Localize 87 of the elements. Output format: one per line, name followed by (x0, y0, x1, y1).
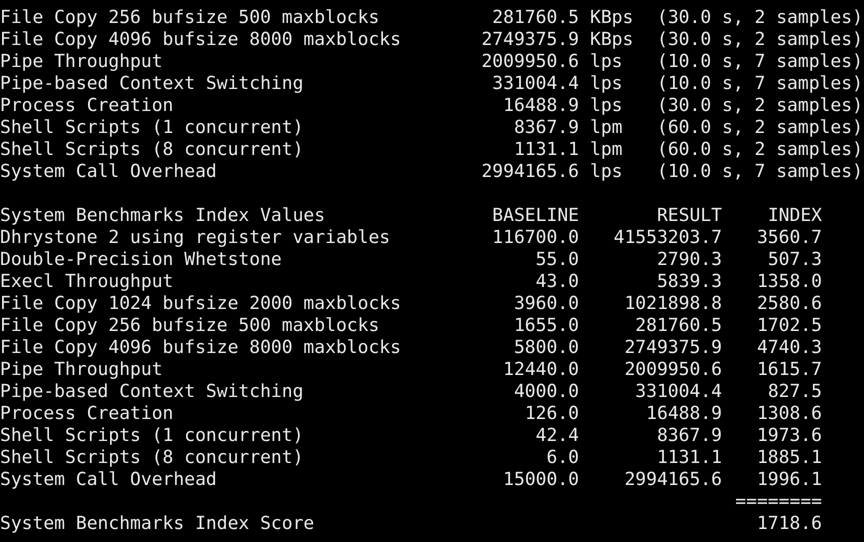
table-title: System Benchmarks Index Values (0, 205, 326, 226)
table-cell: 2009950.6 (624, 359, 722, 381)
table-cell: File Copy 256 bufsize 500 maxblocks (0, 315, 380, 336)
benchmark-name: File Copy 4096 bufsize 8000 maxblocks (0, 29, 401, 50)
table-cell: 1358.0 (756, 271, 822, 293)
table-cell: 1131.1 (656, 447, 722, 469)
table-cell: System Call Overhead (0, 469, 217, 490)
table-cell: 126.0 (524, 403, 579, 425)
table-cell: 5800.0 (514, 337, 579, 359)
table-cell: 2580.6 (756, 293, 822, 315)
table-cell: 43.0 (536, 271, 579, 293)
benchmark-unit: lps (590, 95, 623, 116)
table-cell: File Copy 1024 bufsize 2000 maxblocks (0, 293, 401, 314)
table-cell: 8367.9 (656, 425, 722, 447)
table-cell: 5839.3 (656, 271, 722, 293)
table-cell: 3560.7 (756, 227, 822, 249)
table-cell: 4740.3 (756, 337, 822, 359)
table-cell: 16488.9 (646, 403, 722, 425)
table-cell: 1615.7 (756, 359, 822, 381)
benchmark-timing: (30.0 s, 2 samples) (657, 95, 863, 116)
benchmark-unit: lpm (590, 139, 623, 160)
table-cell: 1885.1 (756, 447, 822, 469)
table-cell: Execl Throughput (0, 271, 174, 292)
table-cell: 2994165.6 (624, 469, 722, 491)
column-header: BASELINE (492, 205, 579, 227)
table-cell: 3960.0 (514, 293, 579, 315)
benchmark-timing: (30.0 s, 2 samples) (657, 7, 863, 28)
table-cell: 2749375.9 (624, 337, 722, 359)
table-cell: Double-Precision Whetstone (0, 249, 282, 270)
benchmark-timing: (60.0 s, 2 samples) (657, 117, 863, 138)
benchmark-name: Process Creation (0, 95, 174, 116)
column-header: INDEX (768, 205, 822, 227)
table-cell: 1973.6 (756, 425, 822, 447)
table-cell: Shell Scripts (1 concurrent) (0, 425, 304, 446)
table-cell: Shell Scripts (8 concurrent) (0, 447, 304, 468)
table-cell: Pipe-based Context Switching (0, 381, 304, 402)
table-cell: 1702.5 (756, 315, 822, 337)
score-label: System Benchmarks Index Score (0, 513, 314, 534)
table-cell: 827.5 (768, 381, 822, 403)
benchmark-name: System Call Overhead (0, 161, 217, 182)
benchmark-value: 331004.4 (492, 73, 579, 95)
benchmark-value: 1131.1 (514, 139, 579, 161)
benchmark-timing: (10.0 s, 7 samples) (657, 51, 863, 72)
benchmark-name: File Copy 256 bufsize 500 maxblocks (0, 7, 380, 28)
table-cell: 1308.6 (756, 403, 822, 425)
column-header: RESULT (656, 205, 722, 227)
table-cell: 1996.1 (756, 469, 822, 491)
benchmark-timing: (60.0 s, 2 samples) (657, 139, 863, 160)
table-cell: Pipe Throughput (0, 359, 163, 380)
benchmark-name: Shell Scripts (8 concurrent) (0, 139, 304, 160)
benchmark-timing: (10.0 s, 7 samples) (657, 73, 863, 94)
table-cell: 116700.0 (492, 227, 579, 249)
benchmark-value: 8367.9 (514, 117, 579, 139)
table-cell: Dhrystone 2 using register variables (0, 227, 390, 248)
benchmark-name: Shell Scripts (1 concurrent) (0, 117, 304, 138)
benchmark-unit: lps (590, 161, 623, 182)
table-cell: File Copy 4096 bufsize 8000 maxblocks (0, 337, 401, 358)
table-cell: 1021898.8 (624, 293, 722, 315)
benchmark-unit: lps (590, 51, 623, 72)
benchmark-unit: KBps (590, 29, 634, 50)
benchmark-value: 281760.5 (492, 7, 579, 29)
table-cell: 41553203.7 (614, 227, 722, 249)
benchmark-value: 2009950.6 (481, 51, 579, 73)
table-cell: 1655.0 (514, 315, 579, 337)
benchmark-value: 16488.9 (503, 95, 579, 117)
benchmark-value: 2749375.9 (481, 29, 579, 51)
table-cell: 507.3 (768, 249, 822, 271)
benchmark-name: Pipe-based Context Switching (0, 73, 304, 94)
table-cell: 42.4 (536, 425, 579, 447)
benchmark-name: Pipe Throughput (0, 51, 163, 72)
table-cell: 12440.0 (503, 359, 579, 381)
benchmark-timing: (10.0 s, 7 samples) (657, 161, 863, 182)
table-cell: 281760.5 (635, 315, 722, 337)
table-cell: 2790.3 (656, 249, 722, 271)
table-cell: 331004.4 (635, 381, 722, 403)
benchmark-unit: lps (590, 73, 623, 94)
table-cell: 6.0 (546, 447, 579, 469)
benchmark-value: 2994165.6 (481, 161, 579, 183)
separator-line: ======== (735, 491, 822, 513)
table-cell: 4000.0 (514, 381, 579, 403)
table-cell: Process Creation (0, 403, 174, 424)
benchmark-unit: lpm (590, 117, 623, 138)
table-cell: 55.0 (536, 249, 579, 271)
benchmark-timing: (30.0 s, 2 samples) (657, 29, 863, 50)
benchmark-unit: KBps (590, 7, 634, 28)
score-value: 1718.6 (756, 513, 822, 535)
table-cell: 15000.0 (503, 469, 579, 491)
